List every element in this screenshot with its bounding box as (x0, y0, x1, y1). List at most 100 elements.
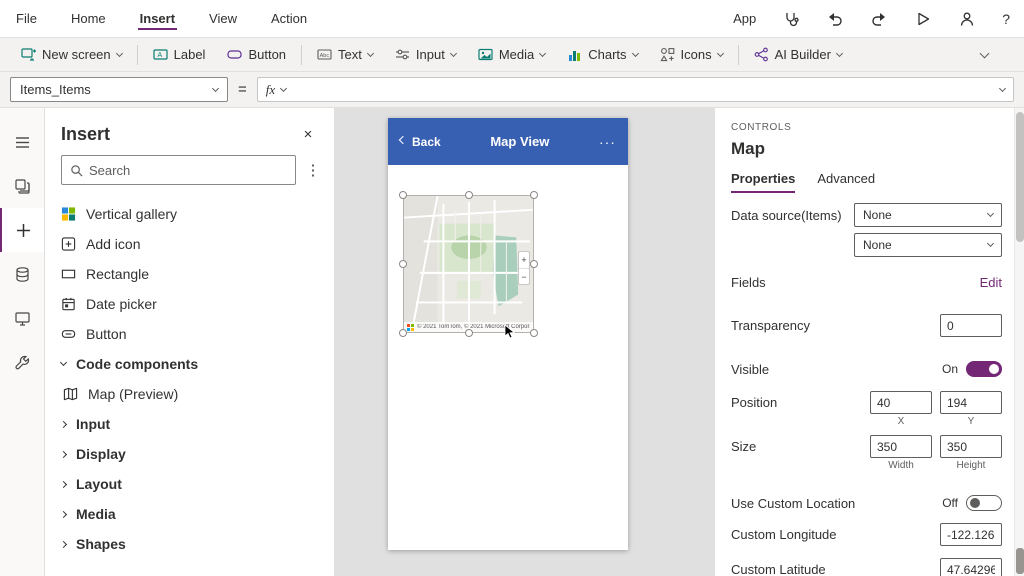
size-inputs: Width Height (870, 435, 1002, 471)
insert-item-date-picker[interactable]: Date picker (45, 289, 334, 319)
menu-home[interactable]: Home (69, 1, 108, 36)
fields-edit-link[interactable]: Edit (980, 275, 1002, 290)
resize-handle-n[interactable] (465, 191, 473, 199)
tab-advanced[interactable]: Advanced (817, 171, 875, 193)
back-button[interactable]: Back (400, 135, 441, 149)
input-icon (395, 47, 410, 62)
advanced-tools-icon[interactable] (0, 340, 44, 384)
ribbon-button[interactable]: Button (216, 38, 297, 71)
ribbon-charts[interactable]: Charts (556, 38, 648, 71)
ribbon-divider (301, 45, 302, 65)
menu-insert[interactable]: Insert (138, 1, 177, 36)
insert-section-layout[interactable]: Layout (45, 469, 334, 499)
zoom-out-button[interactable]: − (519, 269, 529, 285)
search-box[interactable] (61, 155, 296, 185)
button-icon (227, 47, 242, 62)
fields-label: Fields (731, 275, 766, 290)
ribbon-ai-builder[interactable]: AI Builder (743, 38, 853, 71)
insert-search-row: ⋮ (45, 155, 334, 185)
app-screen[interactable]: Back Map View ··· (388, 118, 628, 550)
map-control[interactable]: + − © 2021 TomTom, © 2021 Microsoft Corp… (403, 195, 534, 333)
insert-section-shapes[interactable]: Shapes (45, 529, 334, 559)
custom-longitude-input[interactable] (940, 523, 1002, 546)
resize-handle-ne[interactable] (530, 191, 538, 199)
size-height-input[interactable] (940, 435, 1002, 458)
insert-item-label: Add icon (86, 236, 140, 252)
panel-scrollbar[interactable] (1014, 108, 1024, 576)
insert-item-map-preview[interactable]: Map (Preview) (45, 379, 334, 409)
resize-handle-s[interactable] (465, 329, 473, 337)
resize-handle-e[interactable] (530, 260, 538, 268)
redo-icon[interactable] (870, 10, 888, 28)
data-source-dropdown-2[interactable]: None (854, 233, 1002, 257)
insert-section-display[interactable]: Display (45, 439, 334, 469)
ribbon-text[interactable]: Abc Text (306, 38, 384, 71)
media-rail-icon[interactable] (0, 296, 44, 340)
position-y-input[interactable] (940, 391, 1002, 414)
insert-rail-button[interactable] (0, 208, 44, 252)
menubar: File Home Insert View Action App (0, 0, 1024, 38)
screen-menu-icon[interactable]: ··· (599, 134, 616, 150)
account-icon[interactable] (958, 10, 976, 28)
close-icon[interactable]: × (298, 126, 318, 143)
custom-latitude-input[interactable] (940, 558, 1002, 576)
insert-section-label: Input (76, 416, 110, 432)
property-selector[interactable]: Items_Items (10, 77, 228, 102)
insert-section-media[interactable]: Media (45, 499, 334, 529)
fx-icon[interactable]: fx (266, 82, 275, 98)
ribbon-collapse-chevron[interactable] (980, 48, 990, 58)
insert-item-add-icon[interactable]: Add icon (45, 229, 334, 259)
chevron-right-icon (60, 450, 67, 457)
svg-text:A: A (157, 52, 162, 59)
canvas[interactable]: Back Map View ··· (335, 108, 714, 576)
transparency-input[interactable] (940, 314, 1002, 337)
custom-location-toggle[interactable] (966, 495, 1002, 511)
data-source-dropdown-1[interactable]: None (854, 203, 1002, 227)
chevron-down-icon (60, 359, 67, 366)
undo-icon[interactable] (826, 10, 844, 28)
insert-section-input[interactable]: Input (45, 409, 334, 439)
insert-item-vertical-gallery[interactable]: Vertical gallery (45, 199, 334, 229)
ribbon-new-screen[interactable]: New screen (10, 38, 133, 71)
insert-section-label: Layout (76, 476, 122, 492)
more-options-icon[interactable]: ⋮ (302, 161, 324, 179)
screens-layers-icon[interactable] (0, 164, 44, 208)
ribbon-input[interactable]: Input (384, 38, 467, 71)
visible-toggle[interactable] (966, 361, 1002, 377)
menu-app[interactable]: App (733, 11, 756, 26)
scrollbar-bottom-thumb[interactable] (1016, 548, 1024, 574)
ribbon-media[interactable]: Media (467, 38, 556, 71)
search-input[interactable] (89, 163, 287, 178)
custom-latitude-label: Custom Latitude (731, 562, 826, 576)
play-button[interactable] (914, 10, 932, 28)
formula-input[interactable] (292, 78, 994, 101)
tab-properties[interactable]: Properties (731, 171, 795, 193)
menu-file[interactable]: File (14, 1, 39, 36)
formula-bar: Items_Items = fx (0, 72, 1024, 108)
insert-item-rectangle[interactable]: Rectangle (45, 259, 334, 289)
size-width-input[interactable] (870, 435, 932, 458)
menu-action[interactable]: Action (269, 1, 309, 36)
menu-view[interactable]: View (207, 1, 239, 36)
transparency-label: Transparency (731, 318, 810, 333)
ribbon-label[interactable]: A Label (142, 38, 217, 71)
resize-handle-nw[interactable] (399, 191, 407, 199)
zoom-in-button[interactable]: + (519, 252, 529, 269)
resize-handle-se[interactable] (530, 329, 538, 337)
position-x-input[interactable] (870, 391, 932, 414)
tree-view-icon[interactable] (0, 120, 44, 164)
ribbon-icons[interactable]: Icons (649, 38, 734, 71)
map-zoom-widget[interactable]: + − (518, 251, 530, 285)
controls-kicker: CONTROLS (731, 122, 1014, 133)
resize-handle-w[interactable] (399, 260, 407, 268)
search-icon (70, 164, 83, 177)
app-checker-icon[interactable] (782, 10, 800, 28)
scrollbar-thumb[interactable] (1016, 112, 1024, 242)
resize-handle-sw[interactable] (399, 329, 407, 337)
ai-builder-icon (754, 47, 769, 62)
help-button[interactable]: ? (1002, 11, 1010, 27)
insert-section-code-components[interactable]: Code components (45, 349, 334, 379)
formula-expand-chevron[interactable] (999, 84, 1006, 91)
data-icon[interactable] (0, 252, 44, 296)
insert-item-button[interactable]: Button (45, 319, 334, 349)
